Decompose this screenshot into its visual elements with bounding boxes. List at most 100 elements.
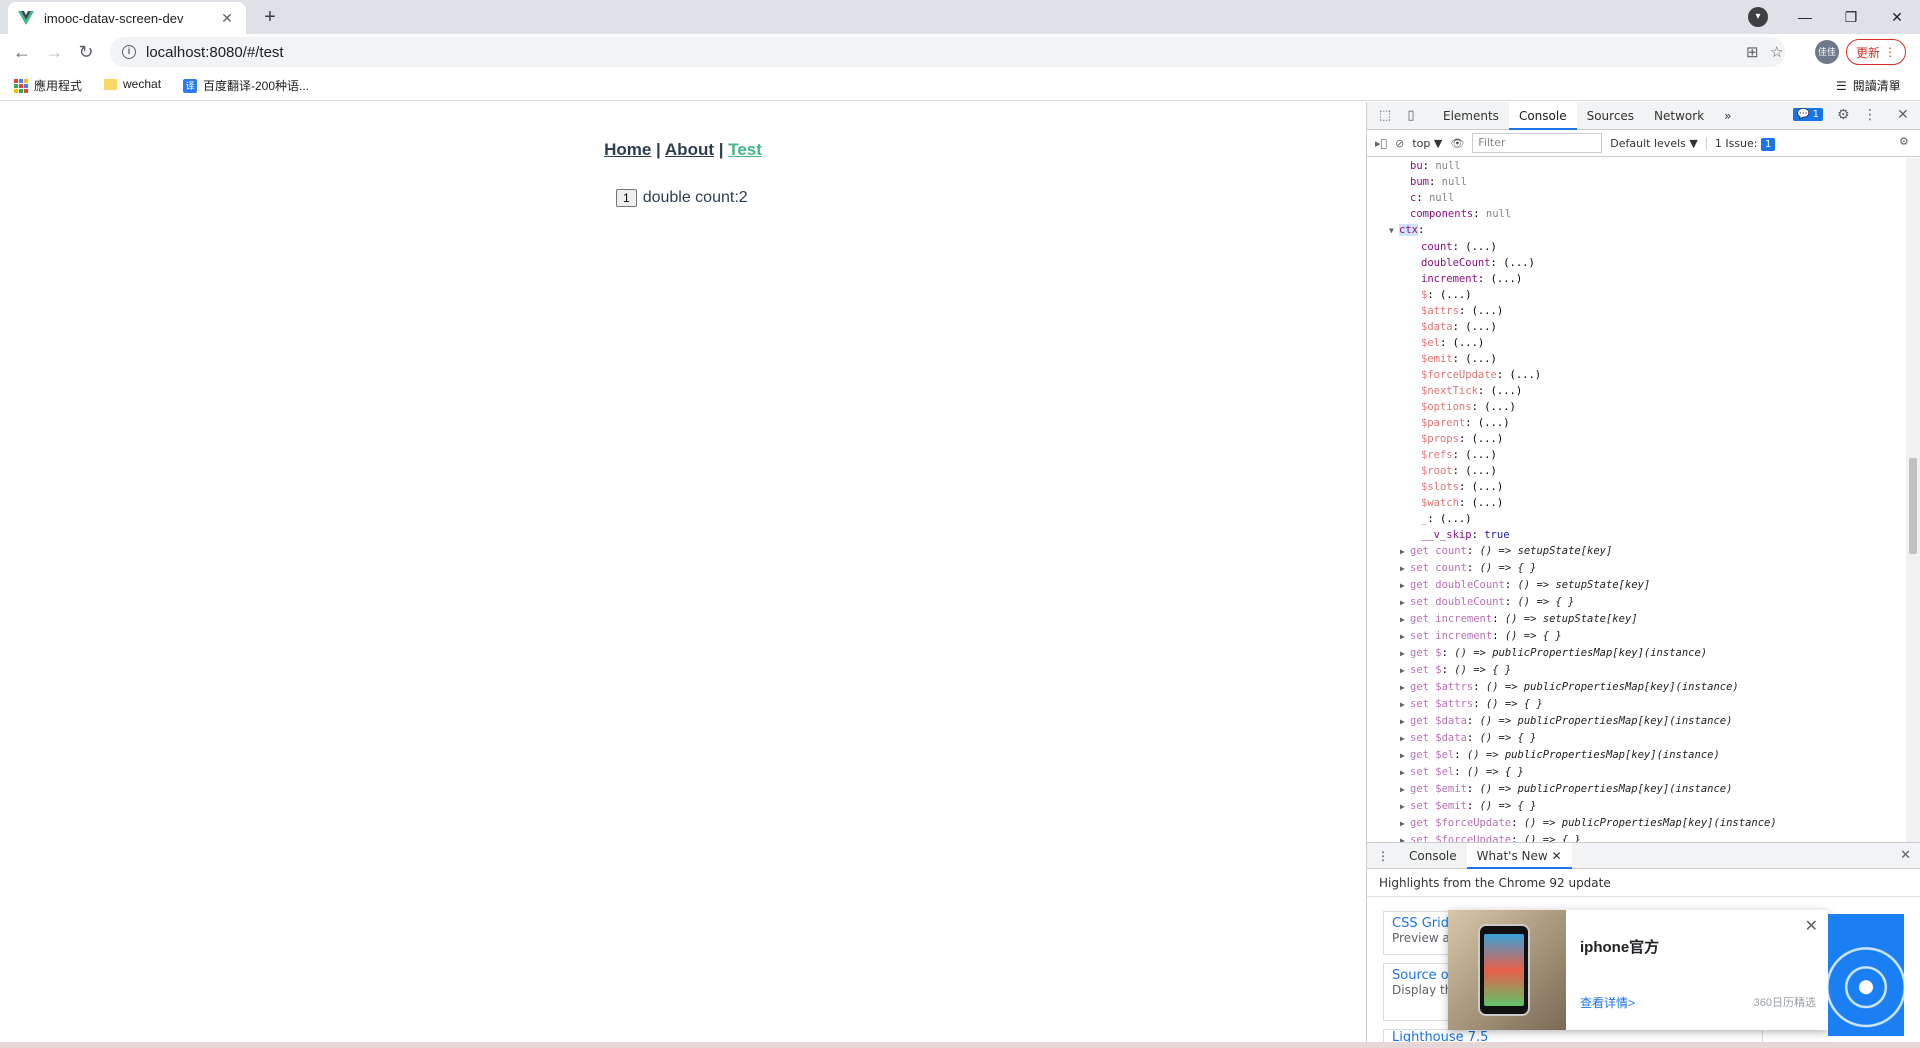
reading-list[interactable]: ☰ 閱讀清單 [1836, 77, 1901, 94]
console-line[interactable]: ▶ get $: () => publicPropertiesMap[key](i… [1367, 645, 1907, 662]
sidebar-toggle-icon[interactable]: ▸⃞ [1375, 137, 1387, 150]
console-line[interactable]: ▼ ctx: [1367, 222, 1907, 239]
property-key: $watch [1421, 497, 1459, 509]
collapse-triangle-icon[interactable]: ▶ [1400, 544, 1410, 560]
devtools-panel: ⬚ ▯ Elements Console Sources Network » 💬… [1366, 101, 1920, 1042]
bookmark-wechat[interactable]: wechat [104, 77, 161, 91]
collapse-triangle-icon[interactable]: ▶ [1400, 561, 1410, 577]
scrollbar-thumb[interactable] [1909, 458, 1917, 554]
ad-close-icon[interactable]: ✕ [1805, 916, 1818, 936]
browser-tab[interactable]: imooc-datav-screen-dev ✕ [8, 2, 246, 34]
console-line[interactable]: ▶ set $forceUpdate: () => { } [1367, 832, 1907, 842]
console-line[interactable]: ▶ set $el: () => { } [1367, 764, 1907, 781]
nav-link-home[interactable]: Home [604, 140, 651, 159]
property-value: () => { } [1523, 834, 1581, 842]
property-separator: : [1428, 176, 1442, 188]
console-line[interactable]: ▶ set count: () => { } [1367, 560, 1907, 577]
collapse-triangle-icon[interactable]: ▶ [1400, 578, 1410, 594]
console-line[interactable]: ▶ get $attrs: () => publicPropertiesMap[k… [1367, 679, 1907, 696]
bookmark-star-icon[interactable]: ☆ [1770, 43, 1783, 61]
devtools-menu-icon[interactable]: ⋮ [1863, 107, 1877, 123]
maximize-icon[interactable]: ❐ [1828, 0, 1874, 34]
collapse-triangle-icon[interactable]: ▶ [1400, 799, 1410, 815]
console-line[interactable]: ▶ set $emit: () => { } [1367, 798, 1907, 815]
issue-count-badge: 1 [1761, 137, 1776, 151]
tab-close-icon[interactable]: ✕ [218, 10, 236, 27]
property-separator: : [1454, 749, 1467, 761]
collapse-triangle-icon[interactable]: ▶ [1400, 612, 1410, 628]
address-bar[interactable]: i localhost:8080/#/test ⊞ ☆ [110, 37, 1785, 67]
clear-console-icon[interactable]: ⊘ [1395, 137, 1404, 150]
whats-new-card[interactable]: Lighthouse 7.5 [1383, 1029, 1763, 1042]
console-scrollbar[interactable] [1906, 158, 1920, 842]
message-count-badge[interactable]: 💬 1 [1793, 108, 1824, 121]
log-levels-dropdown[interactable]: Default levels ▼ [1610, 137, 1698, 150]
inspect-element-icon[interactable]: ⬚ [1377, 108, 1393, 124]
collapse-triangle-icon[interactable]: ▶ [1400, 816, 1410, 832]
tab-search-icon[interactable]: ▾ [1748, 7, 1768, 27]
console-line[interactable]: ▶ get $forceUpdate: () => publicPropertie… [1367, 815, 1907, 832]
drawer-tab-whats-new[interactable]: What's New ✕ [1466, 842, 1572, 869]
console-line[interactable]: ▶ set $data: () => { } [1367, 730, 1907, 747]
property-separator: : [1458, 497, 1472, 509]
more-tabs-icon[interactable]: » [1714, 102, 1741, 130]
forward-icon[interactable]: → [40, 38, 68, 66]
collapse-triangle-icon[interactable]: ▶ [1400, 646, 1410, 662]
tab-network[interactable]: Network [1644, 102, 1714, 130]
url-text[interactable]: localhost:8080/#/test [146, 44, 284, 61]
avatar[interactable]: 佳佳 [1815, 40, 1839, 64]
drawer-tab-console[interactable]: Console [1399, 843, 1467, 869]
collapse-triangle-icon[interactable]: ▶ [1400, 731, 1410, 747]
collapse-triangle-icon[interactable]: ▶ [1400, 833, 1410, 842]
collapse-triangle-icon[interactable]: ▶ [1400, 680, 1410, 696]
bookmark-apps[interactable]: 應用程式 [14, 77, 82, 94]
console-line[interactable]: ▶ get increment: () => setupState[key] [1367, 611, 1907, 628]
console-line[interactable]: ▶ get $emit: () => publicPropertiesMap[ke… [1367, 781, 1907, 798]
console-filter-input[interactable]: Filter [1472, 133, 1603, 153]
back-icon[interactable]: ← [8, 38, 36, 66]
bookmark-baidu-translate[interactable]: 译 百度翻译-200种语... [183, 77, 309, 94]
device-toolbar-icon[interactable]: ▯ [1403, 108, 1419, 124]
collapse-triangle-icon[interactable]: ▶ [1400, 782, 1410, 798]
close-devtools-icon[interactable]: ✕ [1897, 107, 1909, 123]
console-line[interactable]: ▶ set increment: () => { } [1367, 628, 1907, 645]
issues-button[interactable]: 1 Issue: 1 [1705, 136, 1776, 151]
collapse-triangle-icon[interactable]: ▶ [1400, 765, 1410, 781]
console-line[interactable]: ▶ get count: () => setupState[key] [1367, 543, 1907, 560]
console-line[interactable]: ▶ get doubleCount: () => setupState[key] [1367, 577, 1907, 594]
settings-gear-icon[interactable]: ⚙ [1837, 107, 1850, 123]
collapse-triangle-icon[interactable]: ▶ [1400, 697, 1410, 713]
console-line[interactable]: ▶ get $data: () => publicPropertiesMap[ke… [1367, 713, 1907, 730]
minimize-icon[interactable]: — [1782, 0, 1828, 34]
console-line[interactable]: ▶ set $attrs: () => { } [1367, 696, 1907, 713]
ad-details-link[interactable]: 查看详情> [1580, 994, 1635, 1011]
collapse-triangle-icon[interactable]: ▶ [1400, 663, 1410, 679]
console-line[interactable]: ▶ set $: () => { } [1367, 662, 1907, 679]
console-settings-icon[interactable]: ⚙ [1899, 135, 1909, 148]
ad-popup[interactable]: iphone官方 查看详情> 360日历精选 ✕ [1448, 910, 1828, 1030]
tab-elements[interactable]: Elements [1433, 102, 1509, 130]
context-selector[interactable]: top ▼ [1412, 137, 1442, 150]
nav-link-test[interactable]: Test [728, 140, 762, 159]
reload-icon[interactable]: ↻ [72, 38, 100, 66]
tab-sources[interactable]: Sources [1577, 102, 1644, 130]
update-button[interactable]: 更新 ⋮ [1846, 39, 1906, 65]
close-drawer-icon[interactable]: ✕ [1900, 848, 1911, 863]
console-output[interactable]: bu: null bum: null c: null components: null… [1367, 158, 1907, 842]
live-expression-eye-icon[interactable]: 👁 [1450, 137, 1464, 150]
collapse-triangle-icon[interactable]: ▶ [1400, 629, 1410, 645]
site-info-icon[interactable]: i [122, 45, 136, 59]
close-window-icon[interactable]: ✕ [1874, 0, 1920, 34]
new-tab-button[interactable]: + [256, 5, 284, 29]
console-line[interactable]: ▶ get $el: () => publicPropertiesMap[key]… [1367, 747, 1907, 764]
console-line[interactable]: ▶ set doubleCount: () => { } [1367, 594, 1907, 611]
drawer-menu-icon[interactable]: ⋮ [1367, 843, 1399, 869]
collapse-triangle-icon[interactable]: ▶ [1400, 748, 1410, 764]
collapse-triangle-icon[interactable]: ▶ [1400, 595, 1410, 611]
nav-link-about[interactable]: About [665, 140, 714, 159]
increment-button[interactable]: 1 [616, 189, 637, 207]
tab-console[interactable]: Console [1508, 101, 1577, 130]
collapse-triangle-icon[interactable]: ▶ [1400, 714, 1410, 730]
translate-icon[interactable]: ⊞ [1746, 43, 1759, 61]
expand-triangle-icon[interactable]: ▼ [1389, 223, 1399, 239]
